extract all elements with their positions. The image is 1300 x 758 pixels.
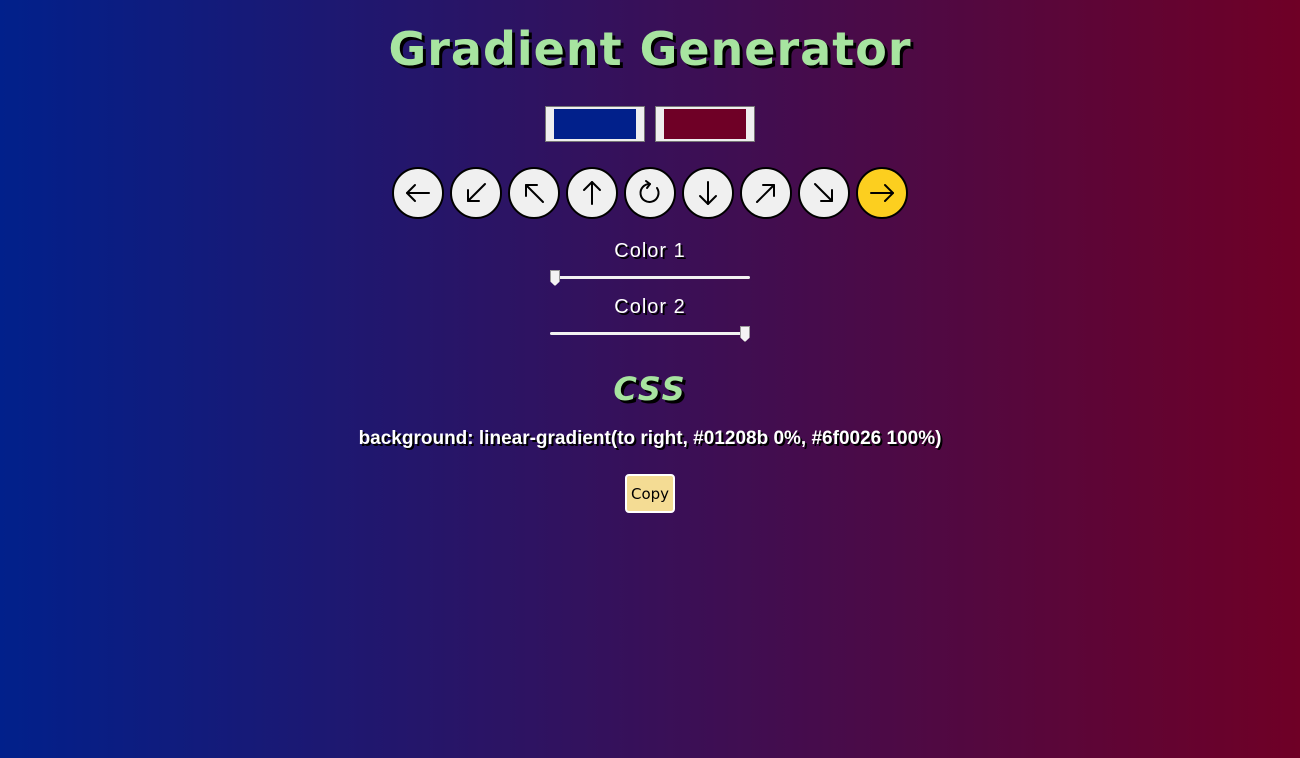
page-title: Gradient Generator [388,22,912,76]
arrow-right-icon [870,184,894,202]
direction-button-up-left[interactable] [508,167,560,219]
color2-picker[interactable] [655,106,755,142]
arrow-up-icon [583,181,601,205]
arrow-down-right-icon [814,183,833,202]
arrow-down-left-icon [467,183,486,202]
color-swatches [545,106,755,142]
color1-slider-label: Color 1 [614,240,686,262]
color1-swatch [554,109,636,139]
arrow-down-icon [699,181,717,205]
css-output-code: background: linear-gradient(to right, #0… [358,428,942,449]
radial-rotate-icon [639,180,660,203]
direction-button-radial[interactable] [624,167,676,219]
direction-button-left[interactable] [392,167,444,219]
css-heading: CSS [613,370,687,408]
color2-slider-label: Color 2 [614,296,686,318]
color1-slider-track [550,276,750,279]
color2-slider-track [550,332,750,335]
arrow-up-left-icon [525,184,544,203]
direction-button-down-right[interactable] [798,167,850,219]
color1-picker[interactable] [545,106,645,142]
direction-button-down-left[interactable] [450,167,502,219]
color1-slider[interactable] [550,270,750,286]
arrow-left-icon [406,184,430,202]
gradient-generator-page: Gradient Generator Color 1 Color 2 CSS b… [0,0,1300,758]
color2-slider-thumb[interactable] [740,326,750,342]
direction-button-right[interactable] [856,167,908,219]
copy-button[interactable]: Copy [625,474,675,513]
direction-button-up-right[interactable] [740,167,792,219]
direction-button-up[interactable] [566,167,618,219]
direction-buttons [392,167,908,219]
color1-slider-thumb[interactable] [550,270,560,286]
color2-swatch [664,109,746,139]
arrow-up-right-icon [756,184,775,203]
direction-button-down[interactable] [682,167,734,219]
color2-slider[interactable] [550,326,750,342]
